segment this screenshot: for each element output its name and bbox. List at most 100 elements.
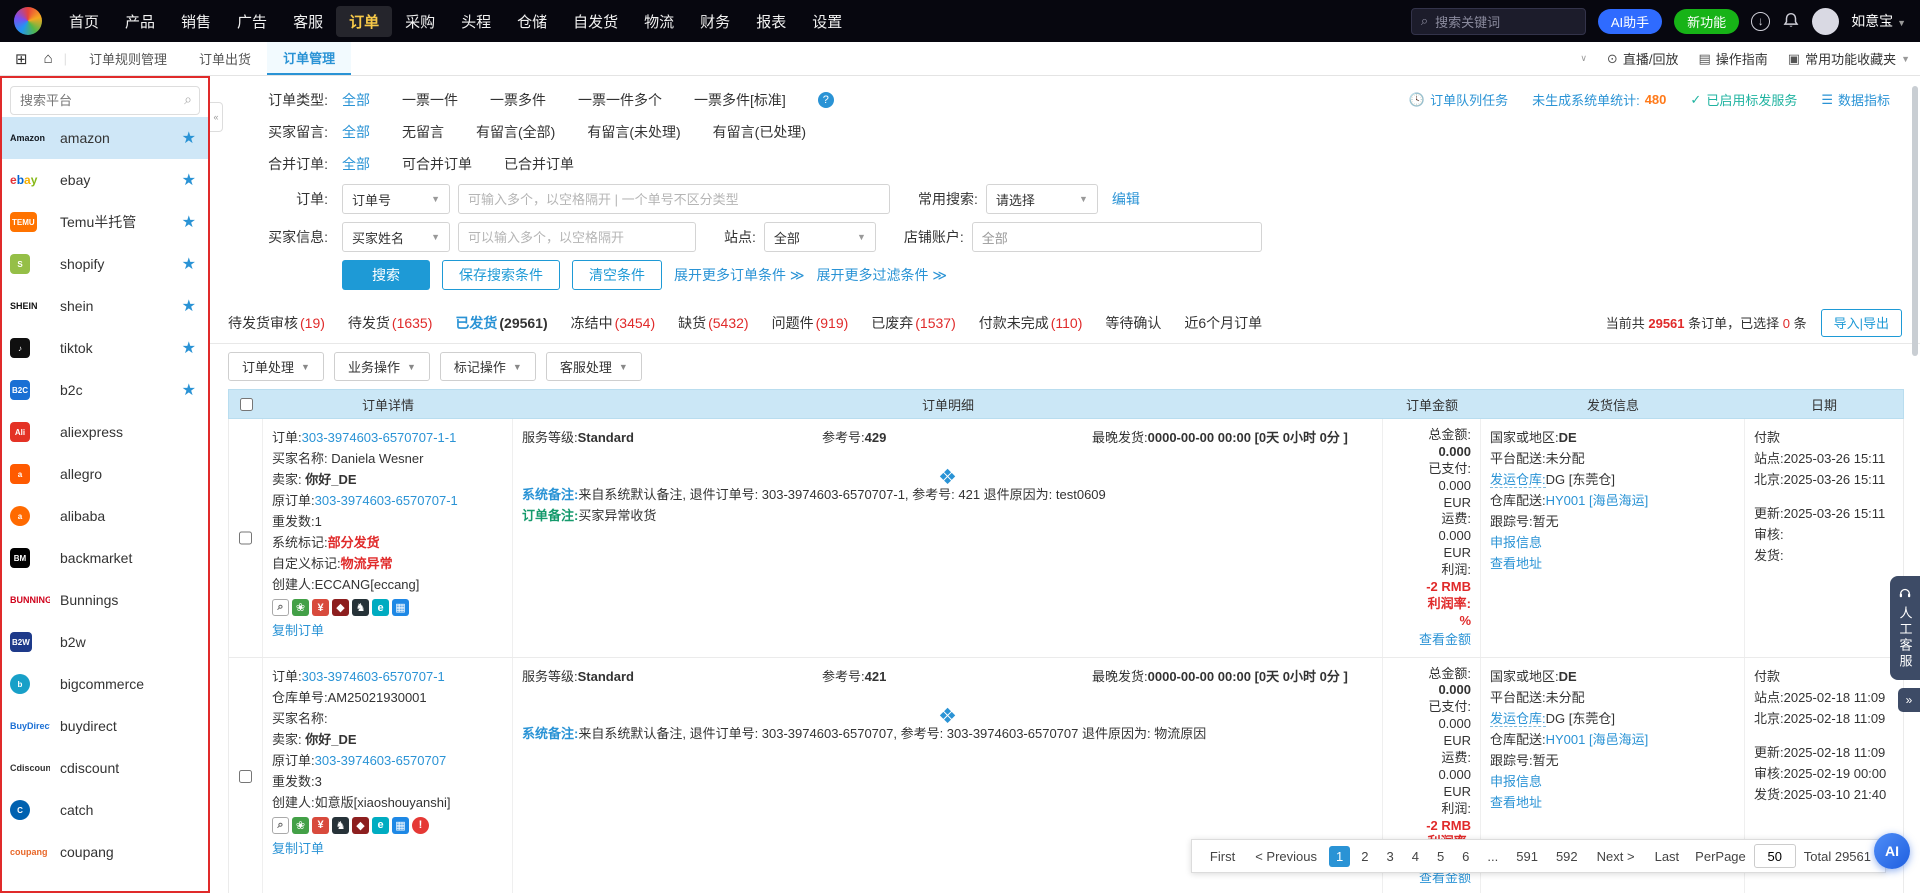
toolbar-button-业务操作[interactable]: 业务操作▼ bbox=[334, 352, 430, 381]
collapse-panel-button[interactable]: » bbox=[1898, 688, 1920, 712]
platform-item-bunnings[interactable]: BUNNINGSBunnings bbox=[2, 579, 208, 621]
ai-helper-button[interactable]: AI bbox=[1874, 833, 1910, 869]
money-bag-icon[interactable]: ¥ bbox=[312, 817, 329, 834]
nav-item-报表[interactable]: 报表 bbox=[743, 6, 799, 37]
shipping-link[interactable]: 查看地址 bbox=[1490, 795, 1542, 810]
human-support-tab[interactable]: 人工客服 bbox=[1890, 576, 1920, 680]
nav-item-销售[interactable]: 销售 bbox=[168, 6, 224, 37]
platform-item-ca[interactable]: caca bbox=[2, 873, 208, 891]
page-number-3[interactable]: 3 bbox=[1379, 846, 1400, 867]
dark-bag-icon[interactable]: ◆ bbox=[332, 599, 349, 616]
filter-option[interactable]: 无留言 bbox=[402, 122, 444, 142]
tabbar-link[interactable]: ▣常用功能收藏夹▼ bbox=[1788, 49, 1910, 68]
shipping-link[interactable]: 申报信息 bbox=[1490, 774, 1542, 789]
shipping-link[interactable]: 申报信息 bbox=[1490, 535, 1542, 550]
filter-option[interactable]: 有留言(已处理) bbox=[713, 122, 806, 142]
platform-item-alibaba[interactable]: aalibaba bbox=[2, 495, 208, 537]
order-number-input[interactable] bbox=[458, 184, 890, 214]
user-avatar[interactable] bbox=[1812, 8, 1839, 35]
page-number-591[interactable]: 591 bbox=[1509, 846, 1545, 867]
nav-item-广告[interactable]: 广告 bbox=[224, 6, 280, 37]
shop-account-input[interactable] bbox=[972, 222, 1262, 252]
filter-option[interactable]: 已合并订单 bbox=[504, 154, 574, 174]
edit-common-search-link[interactable]: 编辑 bbox=[1112, 189, 1140, 209]
apps-grid-icon[interactable]: ⊞ bbox=[10, 50, 33, 68]
platform-item-b2c[interactable]: B2Cb2c★ bbox=[2, 369, 208, 411]
site-select[interactable]: 全部 ▼ bbox=[764, 222, 876, 252]
status-tab-冻结中[interactable]: 冻结中(3454) bbox=[571, 313, 655, 333]
tabs-overflow-chevron-icon[interactable]: ∨ bbox=[1580, 53, 1587, 64]
panel-icon[interactable]: ▦ bbox=[392, 817, 409, 834]
star-icon[interactable]: ★ bbox=[182, 380, 196, 400]
toolbar-button-订单处理[interactable]: 订单处理▼ bbox=[228, 352, 324, 381]
workspace-tab[interactable]: 订单出货 bbox=[183, 42, 267, 75]
filter-option[interactable]: 可合并订单 bbox=[402, 154, 472, 174]
common-search-select[interactable]: 请选择 ▼ bbox=[986, 184, 1098, 214]
nav-item-物流[interactable]: 物流 bbox=[631, 6, 687, 37]
magnifier-icon[interactable]: ⌕ bbox=[272, 817, 289, 834]
home-icon[interactable]: ⌂ bbox=[39, 50, 58, 67]
filter-option[interactable]: 有留言(全部) bbox=[476, 122, 555, 142]
nav-item-头程[interactable]: 头程 bbox=[448, 6, 504, 37]
nav-item-设置[interactable]: 设置 bbox=[799, 6, 855, 37]
platform-search-input[interactable] bbox=[10, 86, 200, 115]
platform-item-backmarket[interactable]: BMbackmarket bbox=[2, 537, 208, 579]
unsynced-stat[interactable]: 未生成系统单统计: 480 bbox=[1532, 90, 1666, 109]
page-number-6[interactable]: 6 bbox=[1455, 846, 1476, 867]
tabbar-link[interactable]: ▤操作指南 bbox=[1698, 49, 1767, 68]
row-checkbox[interactable] bbox=[239, 666, 252, 888]
filter-option[interactable]: 一票一件多个 bbox=[578, 90, 662, 110]
nav-item-订单[interactable]: 订单 bbox=[336, 6, 392, 37]
filter-option[interactable]: 有留言(未处理) bbox=[587, 122, 680, 142]
nav-item-财务[interactable]: 财务 bbox=[687, 6, 743, 37]
magnifier-icon[interactable]: ⌕ bbox=[272, 599, 289, 616]
order-link[interactable]: 303-3974603-6570707-1 bbox=[315, 493, 458, 508]
platform-item-shein[interactable]: SHEINshein★ bbox=[2, 285, 208, 327]
shipping-link[interactable]: 查看地址 bbox=[1490, 556, 1542, 571]
status-tab-问题件[interactable]: 问题件(919) bbox=[772, 313, 849, 333]
green-tag-icon[interactable]: ❀ bbox=[292, 817, 309, 834]
filter-option[interactable]: 全部 bbox=[342, 154, 370, 174]
star-icon[interactable]: ★ bbox=[182, 170, 196, 190]
vehicle-icon[interactable]: ♞ bbox=[332, 817, 349, 834]
toolbar-button-客服处理[interactable]: 客服处理▼ bbox=[546, 352, 642, 381]
status-tab-付款未完成[interactable]: 付款未完成(110) bbox=[979, 313, 1083, 333]
star-icon[interactable]: ★ bbox=[182, 296, 196, 316]
search-button[interactable]: 搜索 bbox=[342, 260, 430, 290]
status-tab-缺货[interactable]: 缺货(5432) bbox=[678, 313, 748, 333]
notifications-bell-icon[interactable] bbox=[1782, 12, 1800, 30]
panel-icon[interactable]: ▦ bbox=[392, 599, 409, 616]
buyer-field-select[interactable]: 买家姓名 ▼ bbox=[342, 222, 450, 252]
row-checkbox[interactable] bbox=[239, 427, 252, 649]
nav-item-产品[interactable]: 产品 bbox=[112, 6, 168, 37]
view-amount-link[interactable]: 查看金额 bbox=[1392, 632, 1471, 649]
star-icon[interactable]: ★ bbox=[182, 338, 196, 358]
order-link[interactable]: 303-3974603-6570707-1 bbox=[302, 669, 445, 684]
platform-item-temu[interactable]: TEMUTemu半托管★ bbox=[2, 201, 208, 243]
status-tab-已废弃[interactable]: 已废弃(1537) bbox=[871, 313, 955, 333]
platform-item-coupang[interactable]: coupangcoupang bbox=[2, 831, 208, 873]
import-export-button[interactable]: 导入|导出 bbox=[1821, 309, 1902, 337]
nav-item-首页[interactable]: 首页 bbox=[56, 6, 112, 37]
save-search-button[interactable]: 保存搜索条件 bbox=[442, 260, 560, 290]
copy-order-link[interactable]: 复制订单 bbox=[272, 838, 503, 857]
main-scrollbar[interactable] bbox=[1912, 86, 1918, 356]
green-tag-icon[interactable]: ❀ bbox=[292, 599, 309, 616]
select-all-checkbox[interactable] bbox=[240, 398, 253, 411]
nav-item-客服[interactable]: 客服 bbox=[280, 6, 336, 37]
nav-item-仓储[interactable]: 仓储 bbox=[504, 6, 560, 37]
platform-item-bigcommerce[interactable]: bbigcommerce bbox=[2, 663, 208, 705]
filter-option[interactable]: 一票多件[标准] bbox=[694, 90, 786, 110]
order-link[interactable]: 303-3974603-6570707 bbox=[315, 753, 447, 768]
page-last[interactable]: Last bbox=[1647, 846, 1688, 867]
platform-item-buydirect[interactable]: BuyDirectbuydirect bbox=[2, 705, 208, 747]
page-previous[interactable]: < Previous bbox=[1247, 846, 1325, 867]
order-queue-link[interactable]: 🕓订单队列任务 bbox=[1409, 90, 1508, 109]
e-service-icon[interactable]: e bbox=[372, 599, 389, 616]
platform-item-aliexpress[interactable]: Alialiexpress bbox=[2, 411, 208, 453]
vehicle-icon[interactable]: ♞ bbox=[352, 599, 369, 616]
user-menu[interactable]: 如意宝 ▼ bbox=[1851, 11, 1906, 31]
nav-item-自发货[interactable]: 自发货 bbox=[560, 6, 631, 37]
page-number-1[interactable]: 1 bbox=[1329, 846, 1350, 867]
platform-item-amazon[interactable]: Amazonamazon★ bbox=[2, 117, 208, 159]
